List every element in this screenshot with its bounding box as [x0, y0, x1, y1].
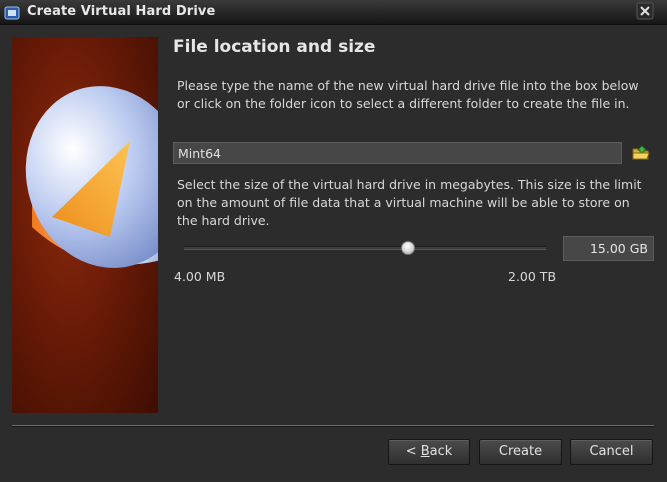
separator: [12, 425, 654, 427]
hard-disk-illustration: [25, 86, 158, 268]
create-button[interactable]: Create: [479, 439, 562, 465]
back-button[interactable]: < Back: [388, 439, 470, 465]
slider-handle[interactable]: [401, 241, 416, 255]
range-max-label: 2.00 TB: [508, 269, 557, 284]
range-min-label: 4.00 MB: [174, 269, 226, 284]
dialog-content: File location and size Please type the n…: [0, 25, 667, 482]
wizard-side-image: [12, 37, 158, 413]
back-label-rest: ack: [429, 444, 453, 459]
page-title: File location and size: [173, 37, 376, 57]
size-description: Select the size of the virtual hard driv…: [177, 177, 642, 228]
back-prefix: <: [405, 444, 421, 459]
size-input[interactable]: [563, 236, 654, 261]
virtualbox-icon: [4, 6, 20, 20]
title-bar: Create Virtual Hard Drive: [0, 0, 667, 25]
back-mnemonic: B: [420, 444, 430, 459]
file-name-input[interactable]: [173, 142, 622, 164]
location-description: Please type the name of the new virtual …: [177, 78, 639, 111]
size-slider[interactable]: [180, 237, 548, 261]
window-title: Create Virtual Hard Drive: [27, 4, 216, 19]
folder-icon[interactable]: [630, 142, 652, 164]
slider-track: [184, 246, 546, 250]
cancel-button[interactable]: Cancel: [570, 439, 653, 465]
close-icon[interactable]: [636, 2, 654, 20]
